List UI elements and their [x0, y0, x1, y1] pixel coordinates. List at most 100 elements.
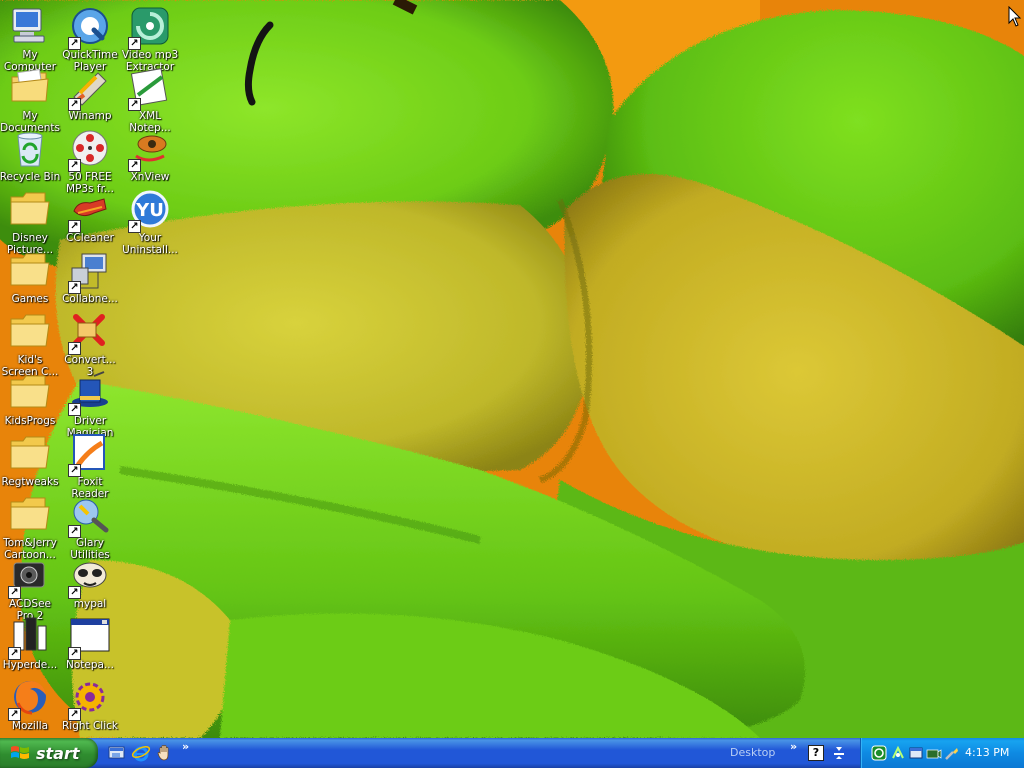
shortcut-arrow-icon: ↗: [128, 37, 141, 50]
shortcut-arrow-icon: ↗: [68, 37, 81, 50]
shortcut-arrow-icon: ↗: [68, 647, 81, 660]
desktop-icon-c1-1[interactable]: My Documents: [0, 65, 61, 134]
shortcut-arrow-icon: ↗: [8, 708, 21, 721]
desktop-icon-c1-3[interactable]: Disney Picture...: [0, 187, 61, 256]
foxit-icon: ↗: [68, 431, 112, 477]
desktop-icon-c3-2[interactable]: ↗ XnView: [119, 126, 181, 183]
desktop-icon-c2-2[interactable]: ↗ 50 FREE MP3s fr...: [59, 126, 121, 195]
desktop-icon-c2-4[interactable]: ↗ Collabne...: [59, 248, 121, 305]
shortcut-arrow-icon: ↗: [128, 159, 141, 172]
folder-icon: [8, 431, 52, 475]
ccleaner-icon: ↗: [68, 187, 112, 233]
hyperdesk-icon: ↗: [8, 614, 52, 660]
shortcut-arrow-icon: ↗: [68, 586, 81, 599]
desktop-icon-label: Winamp: [68, 110, 112, 122]
notepad-window-icon: ↗: [68, 614, 112, 660]
desktop-icon-c2-7[interactable]: ↗ Foxit Reader: [59, 431, 121, 500]
desktop-icon-label: Regtweaks: [1, 476, 59, 488]
desktop-icon-c1-8[interactable]: Tom&Jerry Cartoon...: [0, 492, 61, 561]
network-icon[interactable]: [890, 745, 906, 761]
shortcut-arrow-icon: ↗: [68, 159, 81, 172]
desktop-icon-c2-1[interactable]: ↗ Winamp: [59, 65, 121, 122]
desktop-icon-c3-3[interactable]: YU ↗ Your Uninstall...: [119, 187, 181, 256]
desktop-icon-label: Notepa...: [66, 659, 114, 671]
desktop-icon-c1-5[interactable]: Kid's Screen C...: [0, 309, 61, 378]
svg-text:YU: YU: [135, 200, 164, 221]
internet-explorer-icon[interactable]: [131, 743, 151, 763]
windows-logo-icon: [11, 746, 29, 759]
desktop-icon-c1-10[interactable]: ↗ Hyperde...: [0, 614, 61, 671]
tools-icon[interactable]: [944, 745, 960, 761]
desktop-icon-c1-9[interactable]: ↗ ACDSee Pro 2: [0, 553, 61, 622]
firefox-icon: ↗: [8, 675, 52, 721]
desktop-icon-c2-6[interactable]: ↗ Driver Magician: [59, 370, 121, 439]
camera-icon[interactable]: [926, 745, 942, 761]
folder-icon: [8, 492, 52, 536]
quick-launch-chevron[interactable]: »: [182, 740, 189, 753]
shortcut-arrow-icon: ↗: [8, 647, 21, 660]
hand-icon[interactable]: [155, 743, 175, 763]
desktop-icon-label: Your Uninstall...: [122, 232, 178, 256]
desktop-icon-c3-0[interactable]: ↗ Video mp3 Extractor: [119, 4, 181, 73]
folder-icon: [8, 309, 52, 353]
taskbar: start » Desktop » ? 4:13 PM: [0, 738, 1024, 768]
desktop-icon-c2-9[interactable]: ↗ mypal: [59, 553, 121, 610]
desktop-icon-label: Collabne...: [62, 293, 118, 305]
help-icon[interactable]: ?: [808, 745, 824, 761]
desktop-icon-c2-8[interactable]: ↗ Glary Utilities: [59, 492, 121, 561]
glary-icon: ↗: [68, 492, 112, 538]
shortcut-arrow-icon: ↗: [128, 98, 141, 111]
desktop-icon-c3-1[interactable]: ↗ XML Notep...: [119, 65, 181, 134]
desktop-icon-c1-0[interactable]: My Computer: [0, 4, 61, 73]
folder-icon: [8, 187, 52, 231]
desktop-icon-c2-0[interactable]: ↗ QuickTime Player: [59, 4, 121, 73]
desktop-icon-label: Recycle Bin: [0, 171, 61, 183]
show-desktop-icon[interactable]: [107, 743, 127, 763]
xnview-icon: ↗: [128, 126, 172, 172]
your-uninstaller-icon: YU ↗: [128, 187, 172, 233]
my-documents-icon: [8, 65, 52, 109]
clock[interactable]: 4:13 PM: [965, 746, 1009, 759]
mouse-cursor-icon: [1008, 6, 1022, 27]
converter-icon: ↗: [68, 309, 112, 355]
desktop-icon-label: Hyperde...: [2, 659, 58, 671]
quicktime-icon: ↗: [68, 4, 112, 50]
film-reel-icon: ↗: [68, 126, 112, 172]
start-label: start: [36, 743, 80, 763]
desktop-icon-c2-10[interactable]: ↗ Notepa...: [59, 614, 121, 671]
desktop-icon-c1-11[interactable]: ↗ Mozilla: [0, 675, 61, 732]
language-bar-icon[interactable]: [832, 745, 846, 761]
recycle-bin-icon: [8, 126, 52, 170]
desktop-icon-c1-2[interactable]: Recycle Bin: [0, 126, 61, 183]
desktop-icon-label: Right Click: [61, 720, 118, 732]
start-button[interactable]: start: [0, 738, 98, 768]
shortcut-arrow-icon: ↗: [68, 464, 81, 477]
desktop-icon-c1-4[interactable]: Games: [0, 248, 61, 305]
desktop-icon-c1-7[interactable]: Regtweaks: [0, 431, 61, 488]
desktop-toolbar-chevron[interactable]: »: [790, 740, 797, 753]
right-click-icon: ↗: [68, 675, 112, 721]
desktop-icon-label: CCleaner: [66, 232, 114, 244]
desktop-icon-label: Games: [11, 293, 49, 305]
mypal-icon: ↗: [68, 553, 112, 599]
desktop-icon-label: KidsProgs: [4, 415, 56, 427]
shortcut-arrow-icon: ↗: [128, 220, 141, 233]
shortcut-arrow-icon: ↗: [68, 342, 81, 355]
acdsee-icon: ↗: [8, 553, 52, 599]
window-icon[interactable]: [908, 745, 924, 761]
desktop-icon-label: XnView: [130, 171, 170, 183]
desktop-toolbar-label[interactable]: Desktop: [730, 746, 775, 759]
xml-notepad-icon: ↗: [128, 65, 172, 111]
refresh-icon[interactable]: [871, 745, 887, 761]
system-tray: 4:13 PM: [860, 738, 1024, 768]
desktop-icon-label: mypal: [73, 598, 107, 610]
my-computer-icon: [8, 4, 52, 48]
desktop-icon-c2-5[interactable]: ↗ Convert... 3: [59, 309, 121, 378]
shortcut-arrow-icon: ↗: [68, 98, 81, 111]
shortcut-arrow-icon: ↗: [68, 525, 81, 538]
shortcut-arrow-icon: ↗: [8, 586, 21, 599]
shortcut-arrow-icon: ↗: [68, 281, 81, 294]
desktop-icon-c2-11[interactable]: ↗ Right Click: [59, 675, 121, 732]
desktop-icon-c1-6[interactable]: KidsProgs: [0, 370, 61, 427]
desktop-icon-c2-3[interactable]: ↗ CCleaner: [59, 187, 121, 244]
